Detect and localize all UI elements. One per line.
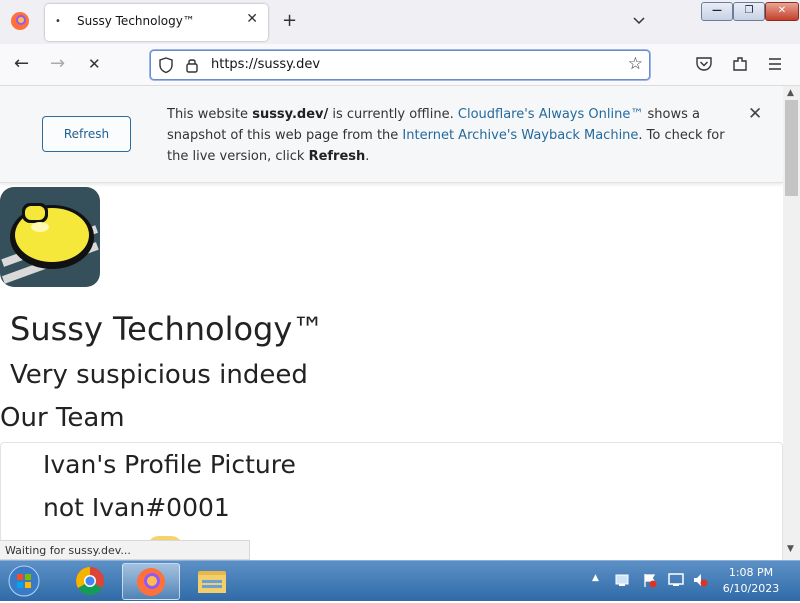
stop-button[interactable]: ✕	[88, 54, 101, 74]
chrome-taskbar-button[interactable]	[62, 563, 118, 598]
firefox-taskbar-button[interactable]	[122, 563, 180, 600]
maximize-button[interactable]: ❐	[733, 2, 765, 21]
scroll-up-arrow[interactable]: ▲	[787, 88, 794, 98]
back-button[interactable]: ←	[14, 54, 29, 74]
lock-icon[interactable]	[183, 56, 201, 74]
clock-date: 6/10/2023	[722, 582, 780, 595]
profile-picture-alt: Ivan's Profile Picture	[43, 450, 296, 479]
clock-time: 1:08 PM	[728, 566, 774, 579]
status-bar: Waiting for sussy.dev...	[0, 540, 250, 560]
always-online-link[interactable]: Cloudflare's Always Online™	[458, 107, 643, 122]
firefox-icon	[137, 568, 165, 596]
page-title: Sussy Technology™	[10, 310, 325, 348]
crewmate-logo-icon	[1, 203, 99, 284]
tab-title: Sussy Technology™	[77, 14, 195, 28]
page-scrollbar[interactable]: ▲ ▼	[783, 86, 800, 560]
display-tray-icon[interactable]	[668, 572, 684, 588]
close-banner-icon[interactable]: ✕	[748, 104, 762, 124]
loading-indicator: •	[55, 16, 61, 27]
tab-active[interactable]: • Sussy Technology™ ✕	[45, 4, 268, 41]
show-hidden-icons-arrow[interactable]: ▲	[592, 573, 599, 583]
refresh-button[interactable]: Refresh	[42, 116, 131, 152]
chevron-down-icon[interactable]	[631, 12, 647, 28]
scrollbar-thumb[interactable]	[785, 100, 798, 196]
url-text[interactable]: https://sussy.dev	[211, 57, 320, 72]
taskbar: ▲ 1:08 PM 6/10/2023	[0, 560, 800, 601]
minimize-button[interactable]: —	[701, 2, 733, 21]
chrome-icon	[76, 567, 104, 595]
tab-close-icon[interactable]: ✕	[246, 11, 258, 27]
site-name: sussy.dev/	[252, 107, 329, 122]
offline-banner: Refresh This website sussy.dev/ is curre…	[0, 86, 783, 183]
section-heading: Our Team	[0, 403, 125, 433]
system-clock[interactable]: 1:08 PM 6/10/2023	[716, 565, 786, 597]
address-bar[interactable]: https://sussy.dev ☆	[150, 50, 650, 80]
network-tray-icon[interactable]	[614, 572, 630, 588]
firefox-icon[interactable]	[10, 11, 30, 31]
new-tab-button[interactable]: +	[282, 10, 297, 31]
page-subtitle: Very suspicious indeed	[10, 360, 308, 390]
navigation-toolbar: ← → ✕ https://sussy.dev ☆	[0, 44, 800, 86]
site-logo	[0, 187, 100, 287]
star-icon[interactable]: ☆	[628, 54, 643, 74]
wayback-machine-link[interactable]: Internet Archive's Wayback Machine	[402, 128, 638, 143]
extensions-icon[interactable]	[731, 55, 749, 73]
close-window-button[interactable]: ✕	[765, 2, 799, 21]
action-center-flag-icon[interactable]	[642, 572, 658, 588]
team-member-name: not Ivan#0001	[43, 493, 230, 522]
pocket-icon[interactable]	[695, 55, 713, 73]
menu-icon[interactable]	[767, 56, 783, 72]
tab-strip: • Sussy Technology™ ✕ + — ❐ ✕	[0, 0, 800, 44]
explorer-taskbar-button[interactable]	[184, 563, 240, 598]
volume-muted-icon[interactable]	[692, 572, 708, 588]
offline-message: This website sussy.dev/ is currently off…	[167, 107, 725, 164]
shield-icon[interactable]	[157, 56, 175, 74]
refresh-word: Refresh	[308, 149, 366, 164]
forward-button[interactable]: →	[50, 54, 65, 74]
start-button[interactable]	[6, 564, 42, 598]
scroll-down-arrow[interactable]: ▼	[787, 544, 794, 554]
file-explorer-icon	[198, 571, 226, 593]
